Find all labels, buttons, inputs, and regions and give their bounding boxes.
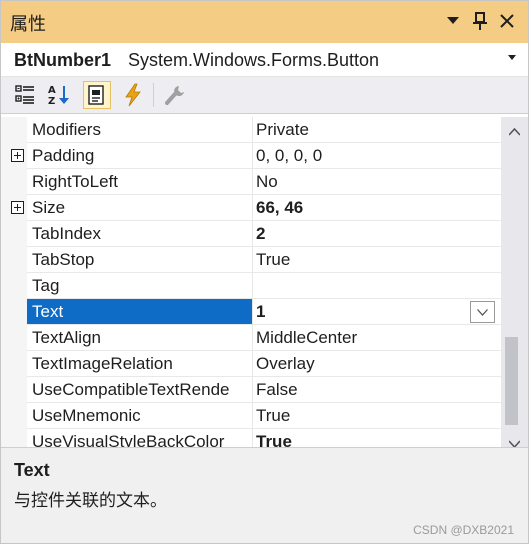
object-selector[interactable]: BtNumber1 System.Windows.Forms.Button <box>1 43 528 77</box>
watermark: CSDN @DXB2021 <box>413 523 514 537</box>
events-icon[interactable] <box>119 81 147 109</box>
row-gutter <box>1 377 27 403</box>
property-row[interactable]: Modifiers Private <box>1 117 501 143</box>
property-row[interactable]: TabStop True <box>1 247 501 273</box>
property-value[interactable]: Overlay <box>253 351 501 377</box>
property-name[interactable]: TabIndex <box>27 221 253 247</box>
property-row[interactable]: UseVisualStyleBackColor True <box>1 429 501 447</box>
property-name[interactable]: UseCompatibleTextRende <box>27 377 253 403</box>
property-value[interactable]: False <box>253 377 501 403</box>
property-row[interactable]: Padding 0, 0, 0, 0 <box>1 143 501 169</box>
svg-text:A: A <box>48 85 56 96</box>
property-name[interactable]: Padding <box>27 143 253 169</box>
row-gutter <box>1 169 27 195</box>
property-name[interactable]: Tag <box>27 273 253 299</box>
row-gutter <box>1 143 27 169</box>
scroll-down-icon[interactable] <box>508 433 521 449</box>
row-gutter <box>1 351 27 377</box>
property-name[interactable]: UseMnemonic <box>27 403 253 429</box>
property-name[interactable]: Size <box>27 195 253 221</box>
property-value[interactable]: True <box>253 247 501 273</box>
row-gutter <box>1 299 27 325</box>
row-gutter <box>1 117 27 143</box>
value-dropdown-button[interactable] <box>470 301 495 323</box>
scroll-thumb[interactable] <box>505 337 518 425</box>
svg-text:Z: Z <box>48 96 55 107</box>
row-gutter <box>1 247 27 273</box>
property-row[interactable]: UseMnemonic True <box>1 403 501 429</box>
property-name[interactable]: RightToLeft <box>27 169 253 195</box>
scroll-up-icon[interactable] <box>508 121 521 136</box>
row-gutter <box>1 429 27 447</box>
categorized-icon[interactable] <box>11 81 39 109</box>
properties-toolbar: A Z <box>1 77 528 114</box>
description-panel: Text 与控件关联的文本。 CSDN @DXB2021 <box>1 447 528 543</box>
chevron-down-icon[interactable] <box>508 55 516 60</box>
row-gutter <box>1 325 27 351</box>
description-text: 与控件关联的文本。 <box>14 491 167 511</box>
property-name[interactable]: Modifiers <box>27 117 253 143</box>
expand-plus-icon[interactable] <box>11 149 24 162</box>
window-title: 属性 <box>10 14 46 35</box>
title-bar[interactable]: 属性 <box>1 1 528 43</box>
property-value[interactable]: MiddleCenter <box>253 325 501 351</box>
object-type: System.Windows.Forms.Button <box>128 50 380 70</box>
property-name[interactable]: TextImageRelation <box>27 351 253 377</box>
property-value[interactable]: No <box>253 169 501 195</box>
property-value[interactable]: 0, 0, 0, 0 <box>253 143 501 169</box>
description-title: Text <box>14 460 50 480</box>
property-value[interactable] <box>253 273 501 299</box>
property-name[interactable]: UseVisualStyleBackColor <box>27 429 253 447</box>
property-row[interactable]: UseCompatibleTextRende False <box>1 377 501 403</box>
property-name[interactable]: TextAlign <box>27 325 253 351</box>
properties-icon[interactable] <box>83 81 111 109</box>
property-value[interactable]: Private <box>253 117 501 143</box>
expand-plus-icon[interactable] <box>11 201 24 214</box>
close-icon[interactable] <box>495 9 519 33</box>
alphabetical-icon[interactable]: A Z <box>45 81 73 109</box>
row-gutter <box>1 403 27 429</box>
property-row[interactable]: TextImageRelation Overlay <box>1 351 501 377</box>
dropdown-icon[interactable] <box>441 9 465 33</box>
property-value[interactable]: 2 <box>253 221 501 247</box>
property-value[interactable]: True <box>253 403 501 429</box>
property-row[interactable]: RightToLeft No <box>1 169 501 195</box>
property-row[interactable]: Size 66, 46 <box>1 195 501 221</box>
properties-window: 属性 BtNumber1 System.Windows.Forms.Button <box>0 0 529 544</box>
property-row[interactable]: Tag <box>1 273 501 299</box>
property-name[interactable]: Text <box>27 299 253 325</box>
property-pages-icon[interactable] <box>161 81 189 109</box>
object-name: BtNumber1 <box>14 50 112 70</box>
row-gutter <box>1 221 27 247</box>
row-gutter <box>1 273 27 299</box>
property-value[interactable]: True <box>253 429 501 447</box>
property-row[interactable]: TextAlign MiddleCenter <box>1 325 501 351</box>
pin-icon[interactable] <box>468 9 492 33</box>
row-gutter <box>1 195 27 221</box>
property-grid: Modifiers Private Padding 0, 0, 0, 0 RightTo… <box>1 117 501 447</box>
property-row[interactable]: TabIndex 2 <box>1 221 501 247</box>
toolbar-separator <box>153 83 154 107</box>
property-value[interactable]: 66, 46 <box>253 195 501 221</box>
vertical-scrollbar[interactable] <box>501 117 528 449</box>
property-value[interactable]: 1 <box>253 299 501 325</box>
property-row[interactable]: Text 1 <box>1 299 501 325</box>
property-name[interactable]: TabStop <box>27 247 253 273</box>
